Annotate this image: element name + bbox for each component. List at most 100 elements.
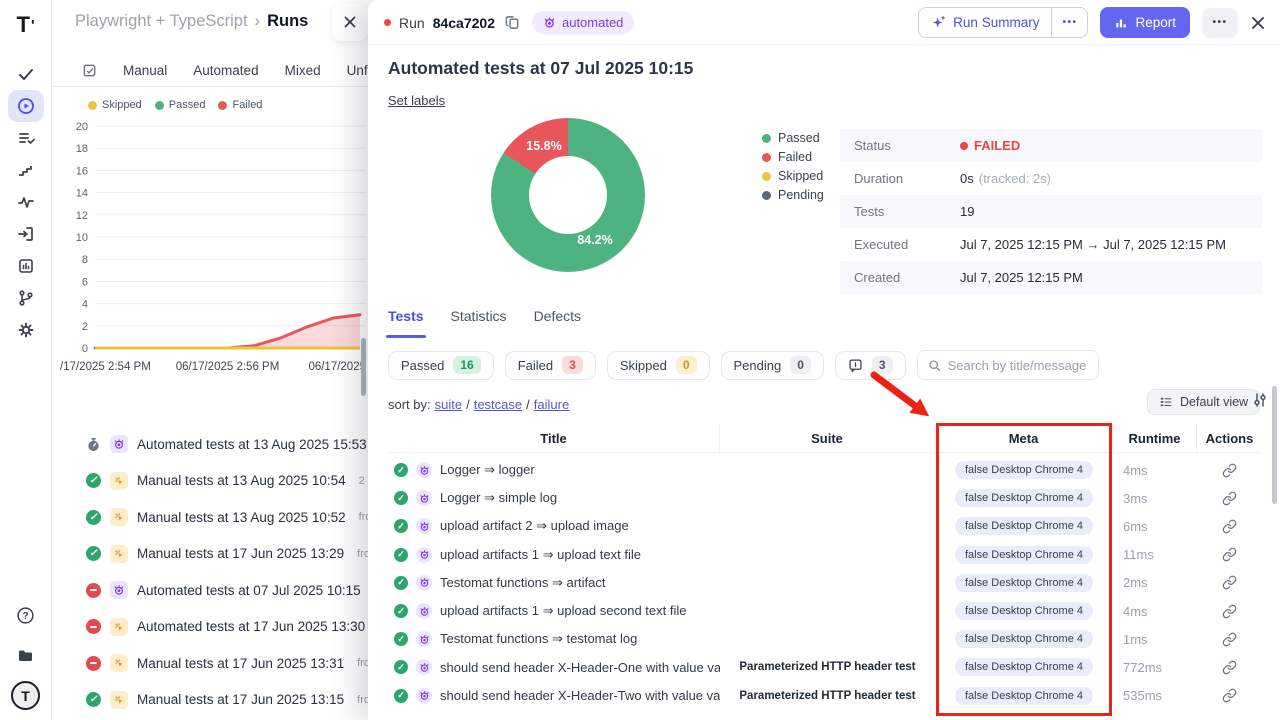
link-icon[interactable] <box>1222 604 1237 619</box>
sidebar-item-runs[interactable] <box>8 90 44 122</box>
breadcrumb-current: Runs <box>267 12 308 30</box>
close-drawer-button[interactable] <box>332 3 368 41</box>
close-panel-button[interactable] <box>1250 15 1266 31</box>
run-status-icon <box>86 692 101 707</box>
run-list-item[interactable]: Manual tests at 13 Aug 2025 10:54 2 <box>52 463 368 500</box>
run-summary-more-button[interactable]: ••• <box>1051 8 1087 37</box>
results-donut-chart: 15.8% 84.2% <box>491 118 645 272</box>
app-logo: T <box>16 8 34 42</box>
test-row[interactable]: should send header X-Header-One with val… <box>388 653 1262 681</box>
panel-scrollbar[interactable] <box>1272 386 1277 504</box>
test-row[interactable]: Logger ⇒ logger false Desktop Chrome 4 4… <box>388 456 1262 484</box>
search-input[interactable] <box>948 358 1088 373</box>
automated-icon <box>416 518 432 534</box>
close-icon <box>1250 15 1266 31</box>
copy-icon[interactable] <box>505 15 520 30</box>
link-icon[interactable] <box>1222 547 1237 562</box>
drawer-scrollbar[interactable] <box>361 338 366 396</box>
runs-chart-legend: Skipped Passed Failed <box>88 99 262 111</box>
report-button[interactable]: Report <box>1100 7 1190 38</box>
test-row[interactable]: Logger ⇒ simple log false Desktop Chrome… <box>388 484 1262 512</box>
svg-text:8: 8 <box>82 254 88 266</box>
run-type-tabs: Manual Automated Mixed Unfini <box>52 54 368 87</box>
test-row[interactable]: upload artifacts 1 ⇒ upload text file fa… <box>388 541 1262 569</box>
default-view-button[interactable]: Default view <box>1147 389 1260 415</box>
run-list-item[interactable]: Manual tests at 13 Aug 2025 10:52 from <box>52 499 368 536</box>
passed-icon <box>394 548 408 562</box>
search-box <box>917 350 1099 380</box>
column-header-meta: Meta <box>935 424 1113 452</box>
link-icon[interactable] <box>1222 632 1237 647</box>
run-list-item[interactable]: Manual tests at 17 Jun 2025 13:31 from <box>52 645 368 682</box>
run-list-item[interactable]: Manual tests at 17 Jun 2025 13:15 from <box>52 682 368 719</box>
select-runs-icon[interactable] <box>82 63 97 78</box>
run-filter-tab[interactable]: Mixed <box>285 63 321 78</box>
sidebar-item-branches[interactable] <box>8 282 44 314</box>
comment-icon <box>848 358 863 373</box>
manual-icon <box>113 621 125 633</box>
run-filter-tab[interactable]: Manual <box>123 63 167 78</box>
status-filter-pill[interactable]: Failed 3 <box>505 351 596 380</box>
link-icon[interactable] <box>1222 519 1237 534</box>
count-badge: 3 <box>562 356 583 374</box>
test-row[interactable]: upload artifact 2 ⇒ upload image false D… <box>388 512 1262 540</box>
automated-icon <box>416 631 432 647</box>
sidebar-item-reports[interactable] <box>8 250 44 282</box>
link-icon[interactable] <box>1222 575 1237 590</box>
report-chart-icon <box>17 257 35 275</box>
link-icon[interactable] <box>1222 491 1237 506</box>
meta-tag: false Desktop Chrome 4 <box>955 658 1093 676</box>
run-list-item[interactable]: Manual tests at 17 Jun 2025 13:29 from <box>52 536 368 573</box>
set-labels-link[interactable]: Set labels <box>388 93 445 108</box>
sort-by-failure-link[interactable]: failure <box>534 397 569 412</box>
comments-filter-pill[interactable]: 3 <box>835 351 906 380</box>
run-title: Automated tests at 07 Jul 2025 10:15 <box>388 58 693 79</box>
sidebar-item-analytics[interactable] <box>8 186 44 218</box>
view-settings-sliders-icon[interactable] <box>1252 392 1268 408</box>
count-badge: 0 <box>676 356 697 374</box>
test-row[interactable]: Testomat functions ⇒ artifact false Desk… <box>388 569 1262 597</box>
link-icon[interactable] <box>1222 463 1237 478</box>
test-row[interactable]: Testomat functions ⇒ testomat log false … <box>388 625 1262 653</box>
test-row[interactable]: upload artifacts 1 ⇒ upload second text … <box>388 597 1262 625</box>
link-icon[interactable] <box>1222 688 1237 703</box>
detail-tab[interactable]: Defects <box>534 305 581 338</box>
link-icon[interactable] <box>1222 660 1237 675</box>
status-filter-pill[interactable]: Skipped 0 <box>607 351 710 380</box>
status-filter-pill[interactable]: Passed 16 <box>388 351 494 380</box>
legend-item: Passed <box>762 131 824 145</box>
run-topbar: Run 84ca7202 automated Run Summary ••• R… <box>368 0 1280 45</box>
detail-tab[interactable]: Tests <box>388 305 424 338</box>
pulse-icon <box>17 193 35 211</box>
play-circle-icon <box>17 97 35 115</box>
manual-icon <box>113 511 125 523</box>
detail-tab[interactable]: Statistics <box>451 305 507 338</box>
run-list-item[interactable]: Automated tests at 17 Jun 2025 13:30 <box>52 609 368 646</box>
svg-text:14: 14 <box>76 188 88 200</box>
summary-row: Tests 19 <box>840 195 1262 228</box>
run-list-item[interactable]: Automated tests at 13 Aug 2025 15:53 <box>52 426 368 463</box>
run-summary-button[interactable]: Run Summary <box>919 8 1051 37</box>
summary-row: Executed Jul 7, 2025 12:15 PM → Jul 7, 2… <box>840 228 1262 261</box>
library-folder-icon[interactable] <box>8 640 44 672</box>
sidebar-item-imports[interactable] <box>8 218 44 250</box>
sidebar-item-milestones[interactable] <box>8 154 44 186</box>
sort-by-testcase-link[interactable]: testcase <box>474 397 522 412</box>
run-filter-tab[interactable]: Unfini <box>347 63 368 78</box>
sidebar-item-settings[interactable] <box>8 314 44 346</box>
status-filter-pill[interactable]: Pending 0 <box>721 351 824 380</box>
test-row[interactable]: should send header X-Header-Two with val… <box>388 682 1262 710</box>
help-icon[interactable]: ? <box>8 599 44 631</box>
sort-by-suite-link[interactable]: suite <box>435 397 462 412</box>
run-list-item[interactable]: Automated tests at 07 Jul 2025 10:15 <box>52 572 368 609</box>
automated-icon <box>416 575 432 591</box>
run-filter-tab[interactable]: Automated <box>193 63 258 78</box>
run-id: 84ca7202 <box>433 15 495 31</box>
account-avatar[interactable]: T <box>11 681 40 710</box>
sidebar-item-tests[interactable] <box>8 58 44 90</box>
more-options-button[interactable]: ••• <box>1202 8 1238 38</box>
run-type-icon <box>110 508 128 526</box>
sidebar-item-test-plans[interactable] <box>8 122 44 154</box>
run-type-icon <box>110 654 128 672</box>
legend-dot <box>762 153 771 162</box>
